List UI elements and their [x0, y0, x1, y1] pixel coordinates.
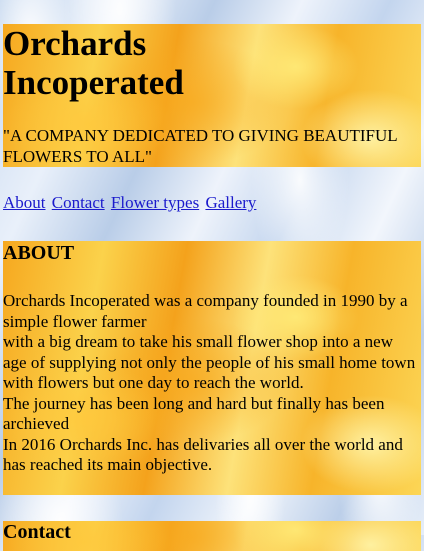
nav-link-gallery[interactable]: Gallery: [205, 193, 256, 212]
site-title: Orchards Incoperated: [3, 24, 184, 102]
nav-link-contact[interactable]: Contact: [52, 193, 105, 212]
about-line: The journey has been long and hard but f…: [3, 393, 385, 434]
about-line: with flowers but one day to reach the wo…: [3, 373, 304, 392]
tagline: "A COMPANY DEDICATED TO GIVING BEAUTIFUL…: [3, 126, 398, 166]
about-heading: ABOUT: [3, 242, 75, 264]
about-line: Orchards Incoperated was a company found…: [3, 291, 408, 331]
nav-link-flower-types[interactable]: Flower types: [111, 193, 199, 212]
about-text: Orchards Incoperated was a company found…: [3, 291, 419, 476]
contact-heading: Contact: [3, 521, 71, 543]
nav-link-about[interactable]: About: [3, 193, 46, 212]
main-nav: About Contact Flower types Gallery: [3, 192, 258, 214]
about-line: with a big dream to take his small flowe…: [3, 332, 416, 372]
about-line: In 2016 Orchards Inc. has delivaries all…: [3, 434, 403, 475]
